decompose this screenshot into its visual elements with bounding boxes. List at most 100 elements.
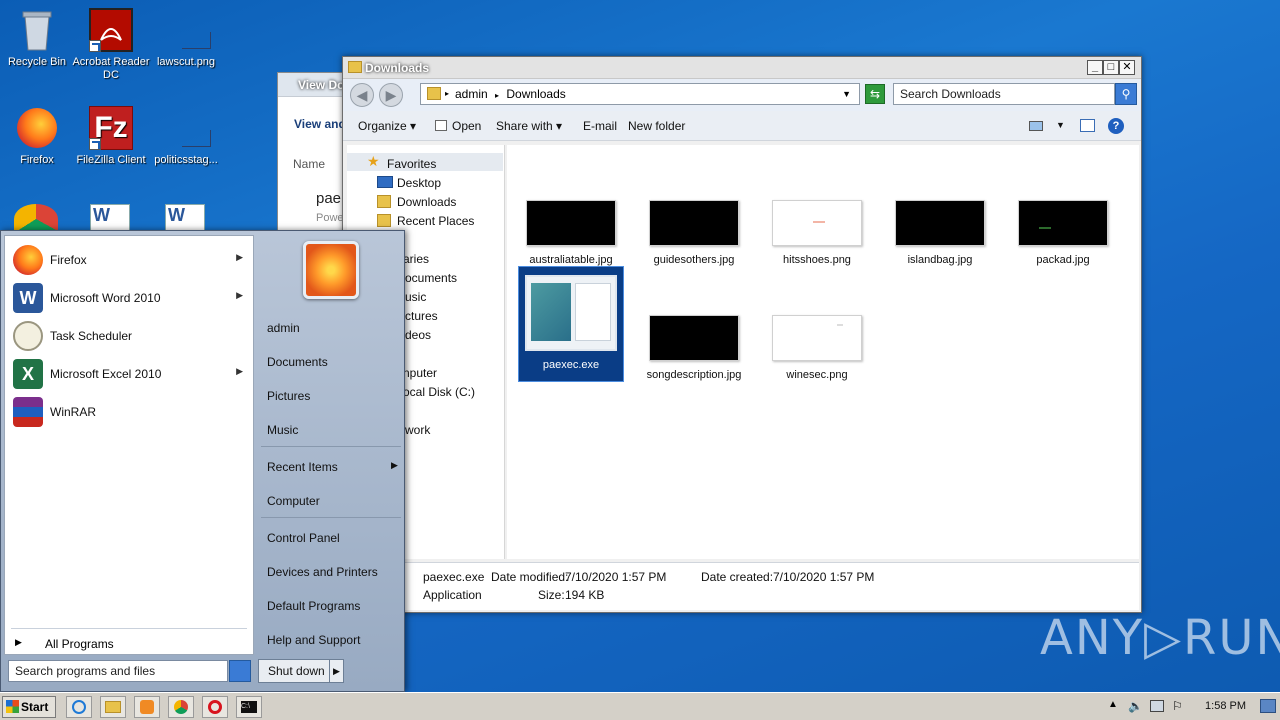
start-right-help-support[interactable]: Help and Support — [267, 633, 360, 647]
chevron-right-icon[interactable]: ▸ — [445, 84, 449, 104]
start-right-recent-items[interactable]: Recent Items — [267, 460, 338, 474]
start-right-control-panel[interactable]: Control Panel — [267, 531, 340, 545]
chevron-right-icon[interactable]: ▸ — [491, 91, 503, 100]
back-button[interactable]: ◀ — [350, 83, 374, 107]
start-right-music[interactable]: Music — [267, 423, 298, 437]
help-icon[interactable]: ? — [1108, 118, 1124, 134]
start-menu-separator — [11, 628, 247, 629]
nav-documents[interactable]: ocuments — [405, 271, 457, 285]
breadcrumb-downloads[interactable]: Downloads — [506, 87, 565, 101]
explorer-folder-icon[interactable] — [100, 696, 126, 718]
start-program-word[interactable]: W Microsoft Word 2010 ▶ — [5, 280, 253, 316]
details-size-label: Size: — [538, 588, 565, 602]
address-dropdown-icon[interactable]: ▼ — [842, 84, 851, 104]
clock-icon — [13, 321, 43, 351]
close-button[interactable]: ✕ — [1119, 60, 1135, 75]
nav-recent-places[interactable]: Recent Places — [397, 214, 474, 228]
action-center-flag-icon[interactable]: ⚐ — [1172, 699, 1183, 713]
start-program-winrar[interactable]: WinRAR — [5, 394, 253, 430]
address-bar[interactable]: ▸ admin ▸ Downloads ▼ — [420, 83, 860, 105]
nav-music[interactable]: usic — [405, 290, 426, 304]
search-icon[interactable] — [229, 660, 251, 682]
nav-libraries[interactable]: aries — [403, 252, 429, 266]
firefox-icon — [13, 245, 43, 275]
change-view-icon[interactable] — [1029, 121, 1043, 131]
organize-button[interactable]: Organize ▾ — [358, 119, 416, 133]
nav-favorites[interactable]: Favorites — [387, 157, 436, 171]
shutdown-options-arrow-icon[interactable]: ▶ — [329, 660, 343, 682]
media-player-icon[interactable] — [134, 696, 160, 718]
search-input[interactable]: Search Downloads — [893, 83, 1115, 105]
start-right-computer[interactable]: Computer — [267, 494, 320, 508]
desktop-icon-politicsstag[interactable]: politicsstag... — [147, 106, 225, 167]
image-thumbnail — [526, 200, 616, 246]
new-folder-button[interactable]: New folder — [628, 119, 685, 133]
start-search-input[interactable]: Search programs and files — [8, 660, 228, 682]
internet-explorer-icon[interactable] — [66, 696, 92, 718]
window-title: Downloads — [365, 61, 430, 75]
email-button[interactable]: E-mail — [583, 119, 617, 133]
background-window[interactable]: View Do View and Name pae Powe — [277, 72, 347, 252]
opera-icon[interactable] — [202, 696, 228, 718]
desktop-icon-acrobat[interactable]: Acrobat Reader DC — [72, 8, 150, 82]
submenu-arrow-icon: ▶ — [236, 366, 243, 376]
nav-local-disk[interactable]: ocal Disk (C:) — [403, 385, 475, 399]
search-icon[interactable]: ⚲ — [1115, 83, 1137, 105]
network-icon[interactable] — [1150, 700, 1164, 712]
forward-button[interactable]: ▶ — [379, 83, 403, 107]
desktop-icon-filezilla[interactable]: Fz FileZilla Client — [72, 106, 150, 167]
breadcrumb-admin[interactable]: admin — [455, 87, 488, 101]
chrome-icon[interactable] — [168, 696, 194, 718]
shutdown-button[interactable]: Shut down ▶ — [258, 659, 344, 683]
user-picture-avatar[interactable] — [303, 241, 359, 299]
nav-videos[interactable]: deos — [405, 328, 431, 342]
image-file-icon — [164, 106, 211, 150]
explorer-window[interactable]: Downloads _ □ ✕ ◀ ▶ ▸ admin ▸ Downloads … — [342, 56, 1142, 613]
nav-computer[interactable]: nputer — [403, 366, 437, 380]
file-list[interactable]: australiatable.jpg guidesothers.jpg hits… — [507, 145, 1139, 559]
start-right-user[interactable]: admin — [267, 321, 300, 335]
nav-downloads[interactable]: Downloads — [397, 195, 456, 209]
view-options-dropdown-icon[interactable]: ▼ — [1056, 120, 1065, 130]
file-item[interactable]: songdescription.jpg — [642, 315, 746, 381]
file-item[interactable]: australiatable.jpg — [519, 200, 623, 266]
file-item[interactable]: hitsshoes.png — [765, 200, 869, 266]
details-size: 194 KB — [565, 588, 605, 602]
nav-desktop[interactable]: Desktop — [397, 176, 441, 190]
word-document-icon[interactable]: W — [165, 204, 205, 232]
file-item-selected[interactable]: paexec.exe — [518, 266, 624, 382]
desktop-icon-lawscut[interactable]: lawscut.png — [147, 8, 225, 69]
share-with-button[interactable]: Share with ▾ — [496, 119, 562, 133]
desktop-icon-firefox[interactable]: Firefox — [0, 106, 76, 167]
minimize-button[interactable]: _ — [1087, 60, 1103, 75]
start-program-task-scheduler[interactable]: Task Scheduler — [5, 318, 253, 354]
file-name: winesec.png — [786, 369, 848, 381]
command-prompt-icon[interactable]: C:\ — [236, 696, 262, 718]
file-item[interactable]: islandbag.jpg — [888, 200, 992, 266]
open-button[interactable]: Open — [435, 119, 481, 133]
clock[interactable]: 1:58 PM — [1205, 700, 1246, 712]
file-sub-partial: Powe — [316, 212, 344, 224]
start-right-devices-printers[interactable]: Devices and Printers — [267, 565, 378, 579]
file-item[interactable]: winesec.png — [765, 315, 869, 381]
show-hidden-icons-icon[interactable]: ▲ — [1108, 699, 1118, 710]
maximize-button[interactable]: □ — [1103, 60, 1119, 75]
word-document-icon[interactable]: W — [90, 204, 130, 232]
start-button[interactable]: Start — [2, 696, 56, 718]
start-right-default-programs[interactable]: Default Programs — [267, 599, 360, 613]
start-program-excel[interactable]: X Microsoft Excel 2010 ▶ — [5, 356, 253, 392]
start-right-pictures[interactable]: Pictures — [267, 389, 310, 403]
file-item[interactable]: guidesothers.jpg — [642, 200, 746, 266]
show-desktop-button[interactable] — [1260, 699, 1276, 713]
explorer-titlebar[interactable]: Downloads _ □ ✕ — [343, 57, 1141, 79]
preview-pane-icon[interactable] — [1080, 119, 1095, 132]
nav-pictures[interactable]: ctures — [405, 309, 438, 323]
refresh-button[interactable]: ⇆ — [865, 84, 885, 104]
file-item[interactable]: packad.jpg — [1011, 200, 1115, 266]
nav-network[interactable]: work — [405, 423, 430, 437]
start-right-documents[interactable]: Documents — [267, 355, 328, 369]
volume-icon[interactable]: 🔈 — [1128, 699, 1143, 713]
all-programs-button[interactable]: ▶ All Programs — [11, 636, 247, 652]
desktop-icon-recycle-bin[interactable]: Recycle Bin — [0, 8, 76, 69]
start-program-firefox[interactable]: Firefox ▶ — [5, 242, 253, 278]
